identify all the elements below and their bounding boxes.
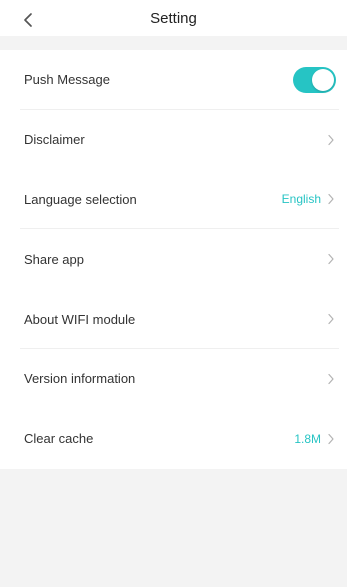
page-title: Setting xyxy=(150,10,197,27)
settings-list: Push Message Disclaimer Language selecti… xyxy=(0,50,347,469)
language-value: English xyxy=(281,192,321,207)
version-information-row-right xyxy=(327,373,335,385)
disclaimer-label: Disclaimer xyxy=(24,132,85,148)
header-bar: Setting xyxy=(0,0,347,36)
language-selection-row[interactable]: Language selection English xyxy=(0,170,347,230)
clear-cache-row-right: 1.8M xyxy=(294,432,335,446)
chevron-right-icon xyxy=(328,313,334,325)
version-information-row[interactable]: Version information xyxy=(0,349,347,409)
section-gap xyxy=(0,36,347,50)
disclaimer-row-right xyxy=(327,134,335,146)
chevron-right-icon xyxy=(328,254,334,265)
chevron-right-icon xyxy=(328,373,334,384)
share-app-label: Share app xyxy=(24,251,84,267)
chevron-right-icon xyxy=(328,433,334,444)
push-message-label: Push Message xyxy=(24,72,110,88)
clear-cache-row[interactable]: Clear cache 1.8M xyxy=(0,409,347,469)
push-message-row[interactable]: Push Message xyxy=(0,50,347,110)
language-selection-label: Language selection xyxy=(24,191,137,207)
language-selection-row-right: English xyxy=(282,192,335,206)
disclaimer-row[interactable]: Disclaimer xyxy=(0,110,347,170)
about-wifi-module-row[interactable]: About WIFI module xyxy=(0,289,347,349)
push-message-toggle[interactable] xyxy=(293,66,336,93)
about-wifi-module-label: About WIFI module xyxy=(24,311,136,327)
about-wifi-module-row-right xyxy=(327,313,335,325)
cache-size-value: 1.8M xyxy=(294,431,321,446)
toggle-knob xyxy=(312,68,334,91)
chevron-right-icon xyxy=(328,194,334,205)
share-app-row[interactable]: Share app xyxy=(0,229,347,289)
version-information-label: Version information xyxy=(24,371,136,387)
bottom-empty-space xyxy=(0,468,347,587)
share-app-row-right xyxy=(327,253,335,265)
settings-screen: Setting Push Message Disclaimer Language… xyxy=(0,0,347,587)
chevron-right-icon xyxy=(328,134,334,145)
clear-cache-label: Clear cache xyxy=(24,431,94,447)
